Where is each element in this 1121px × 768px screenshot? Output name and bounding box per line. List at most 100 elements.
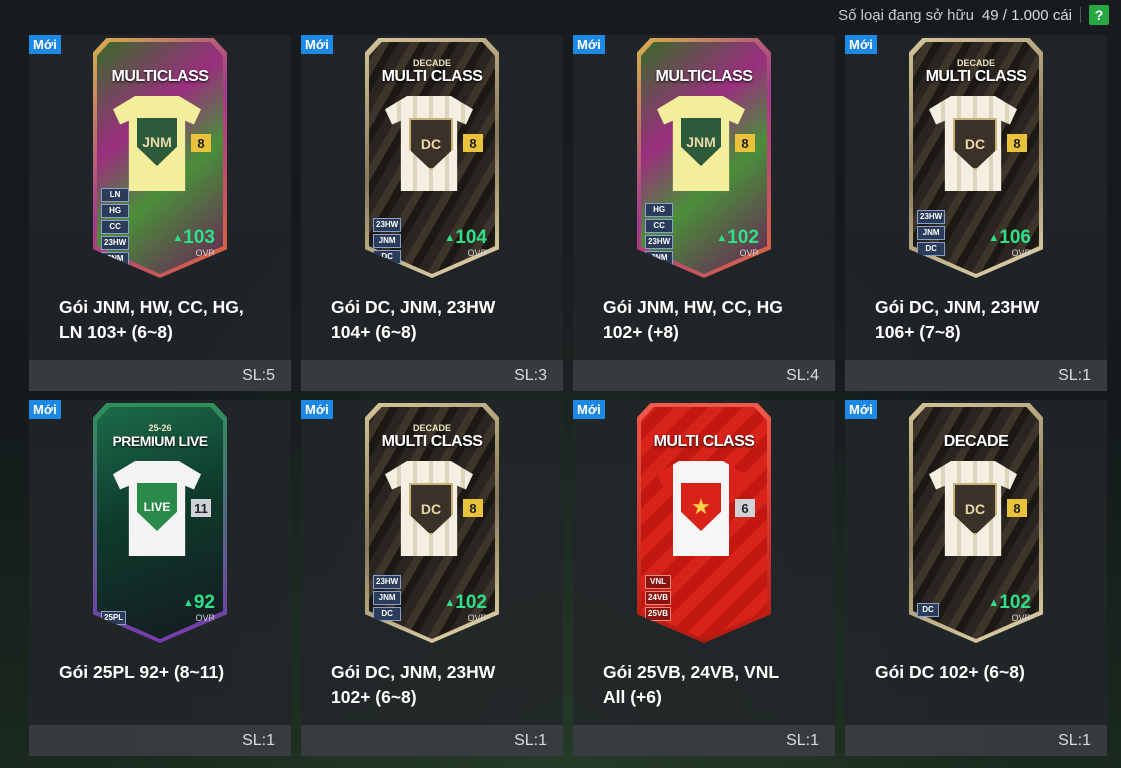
owned-count: 49 / 1.000 cái — [981, 6, 1072, 24]
ovr-value: 102 — [999, 592, 1031, 613]
ovr-value: 102 — [455, 592, 487, 613]
pack-card-image: DECADE MULTI CLASS DC 8 23HW JNM DC ▲106… — [909, 38, 1043, 278]
class-tag: 24VB — [645, 591, 672, 605]
class-tag: DC — [373, 607, 402, 621]
quantity: SL:4 — [786, 366, 819, 384]
class-tag: 23HW — [645, 235, 674, 249]
class-tags: 25PL — [101, 611, 127, 625]
class-tag: JNM — [645, 251, 674, 265]
pack-art: DECADE DC 8 DC ▲102 OVR — [845, 400, 1107, 650]
pack-item[interactable]: Mới MULTICLASS JNM 8 HG CC 23HW JNM ▲102… — [573, 35, 835, 391]
quantity-bar: SL:1 — [845, 360, 1107, 391]
level-badge: 8 — [735, 134, 755, 152]
new-badge: Mới — [301, 35, 333, 54]
pack-art: MULTI CLASS ★ 6 VNL 24VB 25VB — [573, 400, 835, 650]
quantity-bar: SL:5 — [29, 360, 291, 391]
ovr-label: OVR — [195, 613, 215, 623]
class-tag: VNL — [645, 575, 672, 589]
pack-name: Gói 25PL 92+ (8~11) — [59, 662, 225, 682]
class-tag: JNM — [373, 591, 402, 605]
class-tag: JNM — [101, 252, 130, 266]
new-badge: Mới — [301, 400, 333, 419]
ovr-value: 103 — [183, 227, 215, 248]
card-title: PREMIUM LIVE — [112, 433, 208, 449]
card-title: MULTI CLASS — [381, 433, 483, 450]
class-tag: HG — [101, 204, 130, 218]
quantity-bar: SL:1 — [845, 725, 1107, 756]
pack-item[interactable]: Mới MULTI CLASS ★ 6 VNL 24VB 25VB Gói 25… — [573, 400, 835, 756]
pack-name: Gói JNM, HW, CC, HG, LN 103+ (6~8) — [59, 297, 244, 342]
ovr-rating: ▲103 OVR — [172, 227, 215, 259]
pack-item[interactable]: Mới 25-26 PREMIUM LIVE LIVE 11 25PL ▲92 … — [29, 400, 291, 756]
new-badge: Mới — [573, 35, 605, 54]
class-tag: 25VB — [645, 607, 672, 621]
ovr-label: OVR — [1011, 613, 1031, 623]
ovr-rating: ▲106 OVR — [988, 227, 1031, 259]
owned-counter: Số loại đang sở hữu 49 / 1.000 cái ? — [838, 4, 1109, 26]
new-badge: Mới — [573, 400, 605, 419]
pack-item[interactable]: Mới DECADE MULTI CLASS DC 8 23HW JNM DC … — [301, 35, 563, 391]
ovr-label: OVR — [467, 248, 487, 258]
new-badge: Mới — [845, 35, 877, 54]
quantity: SL:5 — [242, 366, 275, 384]
level-badge: 8 — [1007, 499, 1027, 517]
pack-item[interactable]: Mới MULTICLASS JNM 8 LN HG CC 23HW JNM ▲… — [29, 35, 291, 391]
class-tag: 25PL — [101, 611, 127, 625]
quantity-bar: SL:1 — [573, 725, 835, 756]
pack-card-image: MULTICLASS JNM 8 HG CC 23HW JNM ▲102 OVR — [637, 38, 771, 278]
class-tag: 23HW — [373, 575, 402, 589]
ovr-rating: ▲102 OVR — [444, 592, 487, 624]
pack-item[interactable]: Mới DECADE DC 8 DC ▲102 OVR Gói DC 102+ … — [845, 400, 1107, 756]
class-tag: JNM — [917, 226, 946, 240]
pack-card-image: 25-26 PREMIUM LIVE LIVE 11 25PL ▲92 OVR — [93, 403, 227, 643]
pack-art: 25-26 PREMIUM LIVE LIVE 11 25PL ▲92 OVR — [29, 400, 291, 650]
new-badge: Mới — [845, 400, 877, 419]
level-badge: 8 — [463, 134, 483, 152]
class-tags: VNL 24VB 25VB — [645, 575, 672, 621]
quantity-bar: SL:3 — [301, 360, 563, 391]
class-tag: DC — [917, 242, 946, 256]
quantity-bar: SL:4 — [573, 360, 835, 391]
class-tag: 23HW — [101, 236, 130, 250]
class-tag: LN — [101, 188, 130, 202]
level-badge: 11 — [191, 499, 211, 517]
card-title: DECADE — [943, 433, 1009, 450]
level-badge: 8 — [191, 134, 211, 152]
class-tags: LN HG CC 23HW JNM — [101, 188, 130, 266]
new-badge: Mới — [29, 35, 61, 54]
pack-item[interactable]: Mới DECADE MULTI CLASS DC 8 23HW JNM DC … — [301, 400, 563, 756]
pack-item[interactable]: Mới DECADE MULTI CLASS DC 8 23HW JNM DC … — [845, 35, 1107, 391]
class-tags: 23HW JNM DC — [917, 210, 946, 256]
help-button[interactable]: ? — [1089, 5, 1109, 25]
ovr-label: OVR — [195, 248, 215, 258]
class-tag: 23HW — [373, 218, 402, 232]
class-tag: DC — [917, 603, 939, 617]
card-title: MULTICLASS — [111, 68, 209, 85]
ovr-rating: ▲92 OVR — [182, 592, 215, 624]
class-tag: DC — [373, 250, 402, 264]
pack-name: Gói DC 102+ (6~8) — [875, 662, 1025, 682]
pack-grid: Mới MULTICLASS JNM 8 LN HG CC 23HW JNM ▲… — [29, 35, 1107, 756]
quantity: SL:3 — [514, 366, 547, 384]
pack-art: DECADE MULTI CLASS DC 8 23HW JNM DC ▲106… — [845, 35, 1107, 285]
class-tag: JNM — [373, 234, 402, 248]
quantity: SL:1 — [514, 731, 547, 749]
level-badge: 8 — [1007, 134, 1027, 152]
class-tag: CC — [101, 220, 130, 234]
ovr-rating: ▲102 OVR — [716, 227, 759, 259]
pack-art: DECADE MULTI CLASS DC 8 23HW JNM DC ▲104… — [301, 35, 563, 285]
class-tags: 23HW JNM DC — [373, 575, 402, 621]
card-subtitle: DECADE — [956, 58, 995, 68]
pack-card-image: DECADE DC 8 DC ▲102 OVR — [909, 403, 1043, 643]
owned-label: Số loại đang sở hữu — [838, 6, 974, 24]
pack-art: MULTICLASS JNM 8 HG CC 23HW JNM ▲102 OVR — [573, 35, 835, 285]
pack-card-image: MULTICLASS JNM 8 LN HG CC 23HW JNM ▲103 … — [93, 38, 227, 278]
pack-name: Gói DC, JNM, 23HW 104+ (6~8) — [331, 297, 496, 342]
class-tags: DC — [917, 603, 939, 617]
quantity: SL:1 — [242, 731, 275, 749]
divider — [1080, 7, 1081, 23]
quantity-bar: SL:1 — [29, 725, 291, 756]
ovr-value: 102 — [727, 227, 759, 248]
ovr-value: 106 — [999, 227, 1031, 248]
ovr-label: OVR — [1011, 248, 1031, 258]
